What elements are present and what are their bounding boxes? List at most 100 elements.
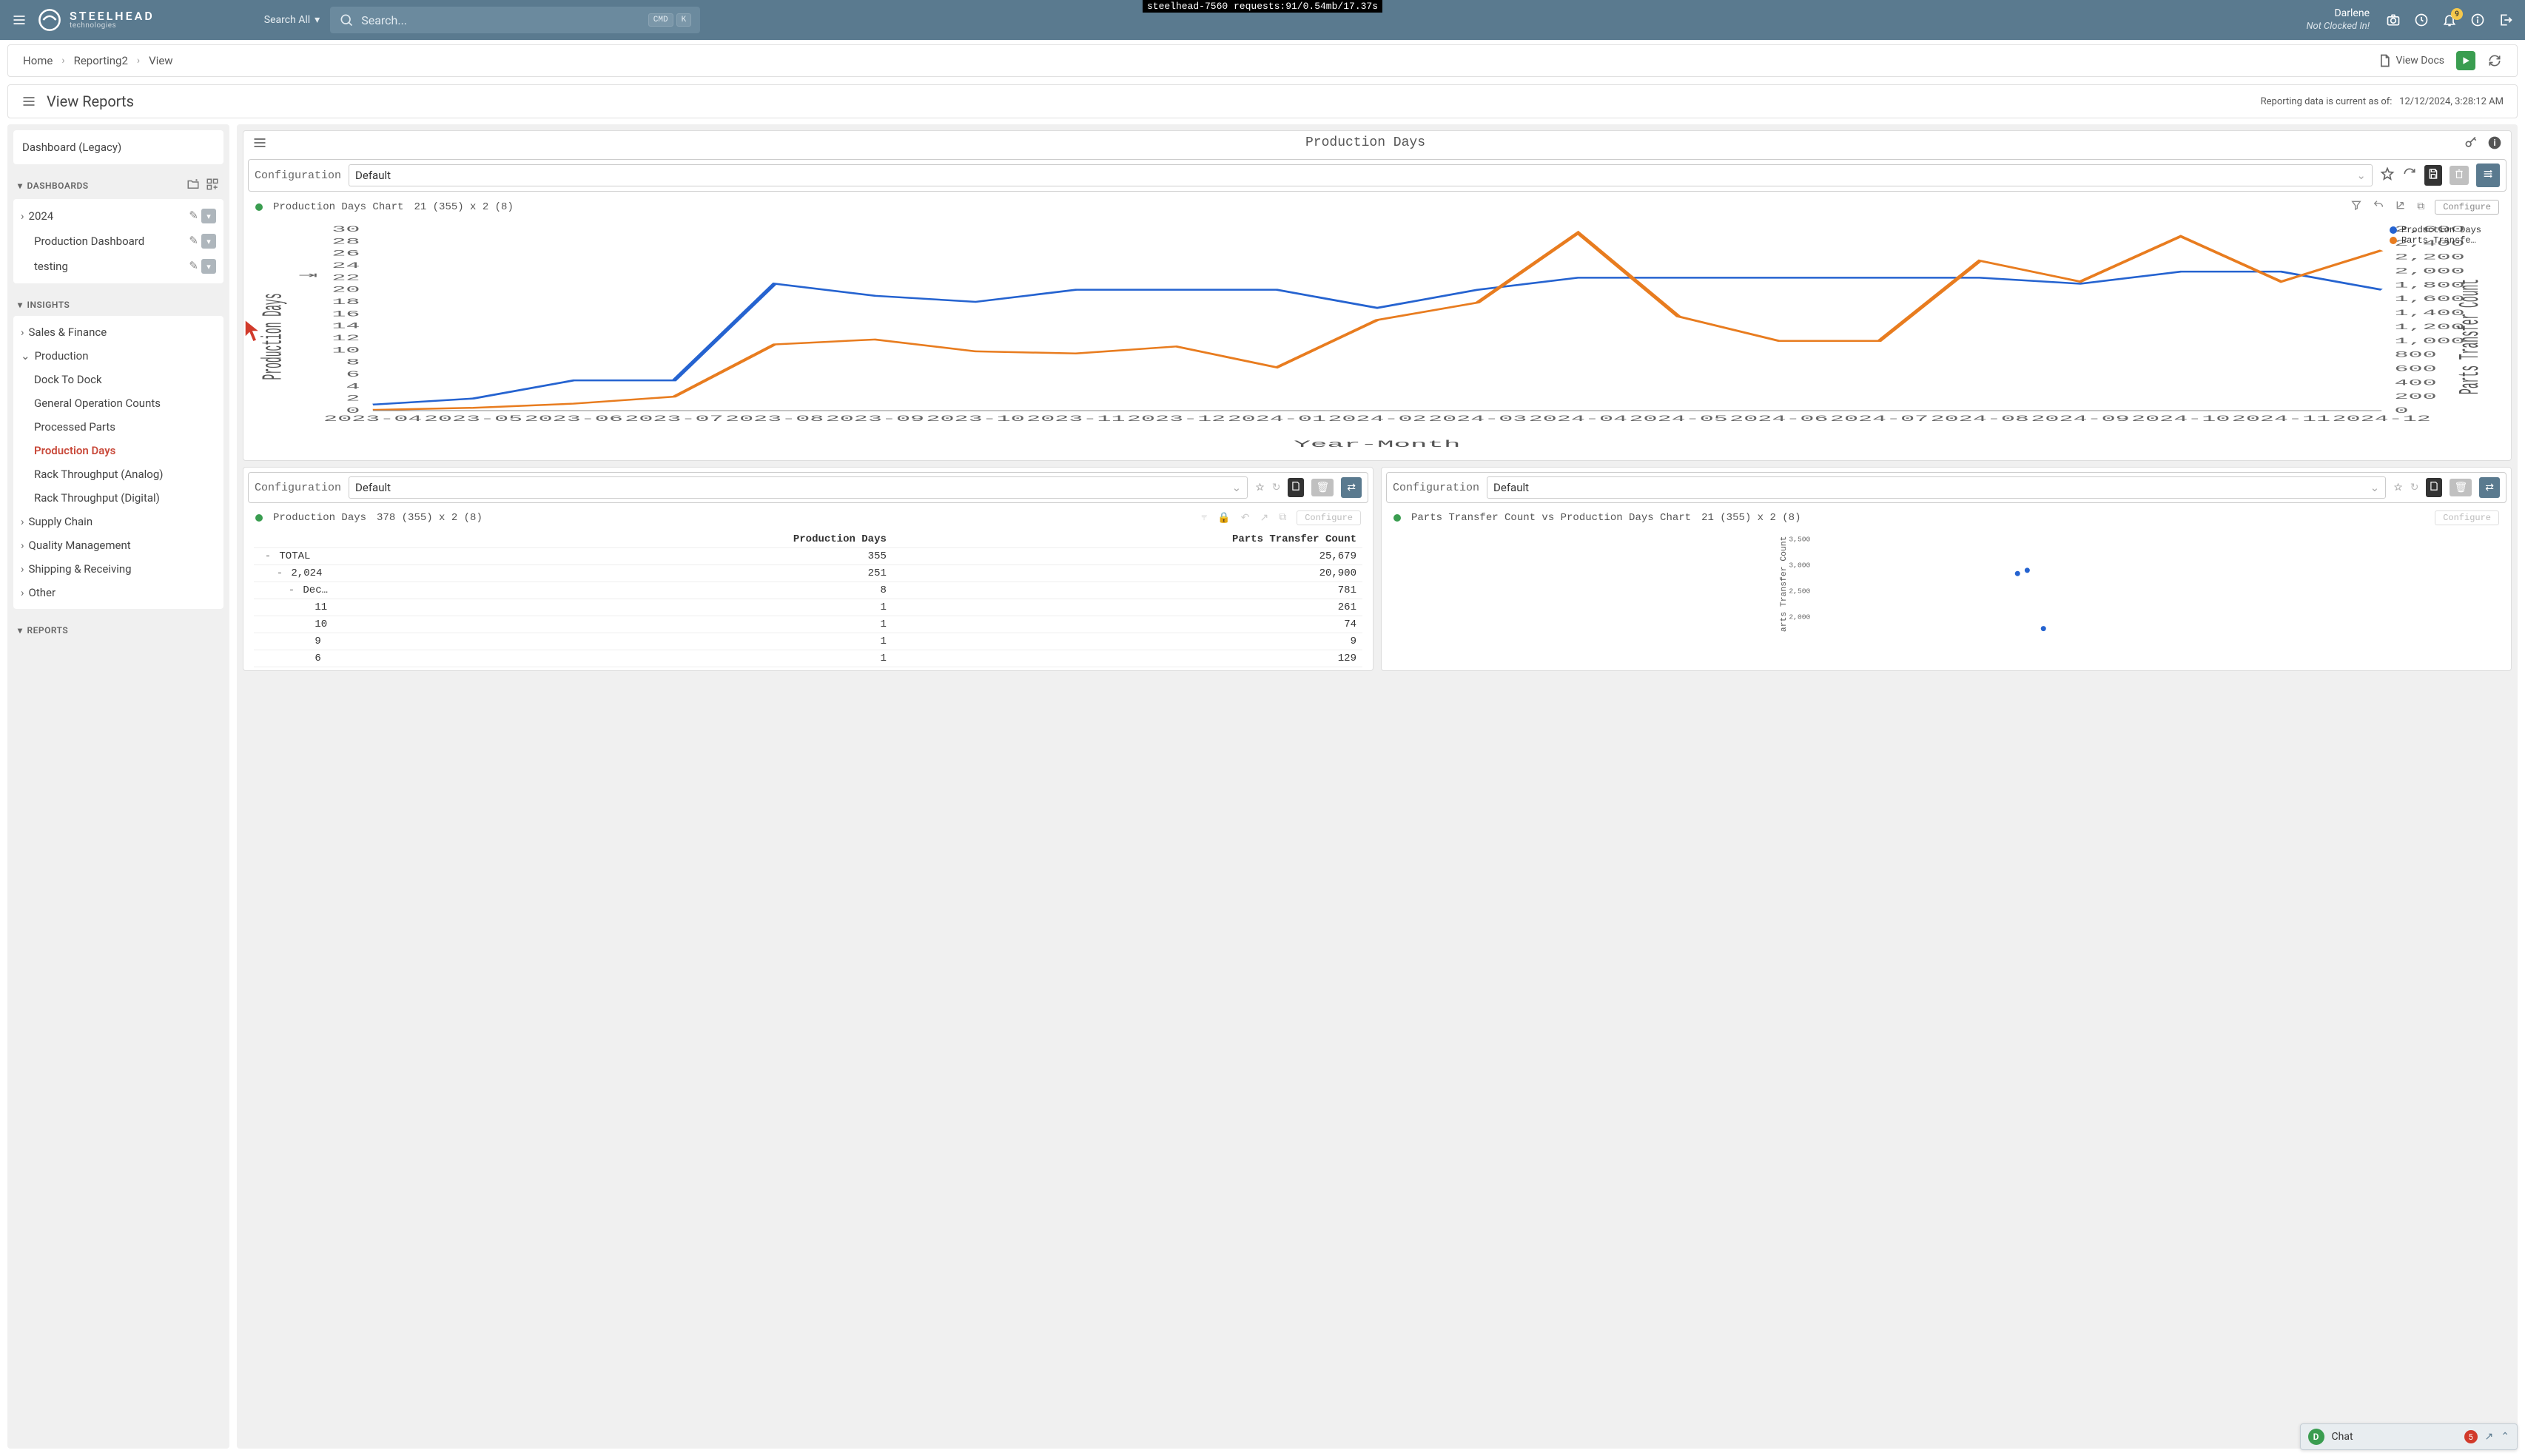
- popout-icon: ↗: [1260, 512, 1268, 525]
- dashboard-item[interactable]: Production Dashboard✎▾: [13, 229, 223, 254]
- refresh-icon[interactable]: ↻: [1272, 482, 1281, 493]
- config-select[interactable]: Default⌄: [1487, 476, 2386, 499]
- filter-toggle-icon[interactable]: ⇄: [2479, 477, 2500, 498]
- edit-icon[interactable]: ✎: [189, 234, 198, 249]
- user-info[interactable]: Darlene Not Clocked In!: [2307, 7, 2370, 33]
- svg-text:2023-07: 2023-07: [625, 414, 723, 423]
- breadcrumb-bar: Home › Reporting2 › View View Docs: [7, 44, 2518, 77]
- edit-icon[interactable]: ✎: [189, 209, 198, 223]
- brand-logo[interactable]: STEELHEAD technologies: [37, 7, 155, 33]
- clock-icon[interactable]: [2414, 13, 2429, 27]
- hamburger-icon[interactable]: [12, 13, 27, 27]
- breadcrumb-home[interactable]: Home: [23, 54, 53, 67]
- breadcrumb-reporting[interactable]: Reporting2: [74, 54, 128, 67]
- breadcrumb-view[interactable]: View: [149, 54, 172, 67]
- insight-item[interactable]: Production Days: [13, 439, 223, 462]
- dropdown-icon[interactable]: ▾: [201, 209, 216, 223]
- info-circle-icon[interactable]: i: [2487, 135, 2502, 150]
- svg-text:1,400: 1,400: [2395, 309, 2465, 317]
- chat-widget[interactable]: D Chat 5 ↗ ⌃: [2300, 1423, 2518, 1450]
- dashboards-section-header[interactable]: ▾ DASHBOARDS: [13, 172, 223, 199]
- configure-button[interactable]: Configure: [2435, 200, 2499, 215]
- insights-section-header[interactable]: ▾ INSIGHTS: [13, 294, 223, 316]
- svg-text:2023-09: 2023-09: [826, 414, 924, 423]
- reports-sidebar: Dashboard (Legacy) ▾ DASHBOARDS ›2024✎▾P…: [7, 124, 229, 1449]
- info-icon[interactable]: [2470, 13, 2485, 27]
- svg-text:20: 20: [332, 286, 360, 294]
- table-row[interactable]: - Dec…8781: [254, 582, 1362, 599]
- dashboard-item[interactable]: ›2024✎▾: [13, 203, 223, 229]
- dropdown-icon[interactable]: ▾: [201, 234, 216, 249]
- dashboard-item[interactable]: testing✎▾: [13, 254, 223, 279]
- table-row[interactable]: 919: [254, 633, 1362, 650]
- chart-legend: Production Days Parts Transfe…: [2390, 225, 2481, 246]
- search-icon: [339, 13, 354, 27]
- dropdown-icon[interactable]: ▾: [201, 259, 216, 274]
- save-icon[interactable]: [2426, 478, 2442, 497]
- delete-icon[interactable]: 🗑: [1311, 479, 1334, 496]
- view-docs-link[interactable]: View Docs: [2377, 53, 2444, 68]
- star-icon[interactable]: [2380, 166, 2395, 184]
- insight-group[interactable]: ›Quality Management: [13, 533, 223, 557]
- add-folder-icon[interactable]: [186, 178, 200, 193]
- insight-item[interactable]: Dock To Dock: [13, 368, 223, 391]
- panel-menu-icon[interactable]: [252, 135, 267, 150]
- sidebar-toggle-icon[interactable]: [21, 94, 36, 109]
- table-row[interactable]: 111261: [254, 599, 1362, 616]
- svg-text:1,200: 1,200: [2395, 323, 2465, 331]
- chevron-down-icon: ⌄: [2356, 169, 2366, 182]
- chevron-up-icon[interactable]: ⌃: [2501, 1431, 2509, 1443]
- config-select[interactable]: Default⌄: [349, 476, 1248, 499]
- reports-section-header[interactable]: ▾ REPORTS: [13, 619, 223, 641]
- camera-icon[interactable]: [2386, 13, 2401, 27]
- insight-group[interactable]: ›Other: [13, 581, 223, 604]
- insight-item[interactable]: General Operation Counts: [13, 391, 223, 415]
- configure-button[interactable]: Configure: [2435, 510, 2499, 525]
- insight-item[interactable]: Rack Throughput (Digital): [13, 486, 223, 510]
- table-row[interactable]: - 2,02425120,900: [254, 565, 1362, 582]
- edit-icon[interactable]: ✎: [189, 259, 198, 274]
- svg-text:18: 18: [332, 297, 360, 306]
- config-select[interactable]: Default ⌄: [349, 164, 2373, 186]
- insight-group[interactable]: ›Sales & Finance: [13, 320, 223, 344]
- filter-icon[interactable]: [2350, 199, 2362, 215]
- svg-text:2024-01: 2024-01: [1228, 414, 1326, 423]
- table-row[interactable]: 10174: [254, 616, 1362, 633]
- add-widget-icon[interactable]: [206, 178, 219, 193]
- refresh-icon[interactable]: [2402, 166, 2417, 184]
- svg-text:Year-Month: Year-Month: [1294, 439, 1460, 450]
- insight-item[interactable]: Rack Throughput (Analog): [13, 462, 223, 486]
- insight-group[interactable]: ⌄Production: [13, 344, 223, 368]
- delete-icon[interactable]: [2450, 166, 2469, 185]
- star-icon[interactable]: ☆: [2393, 482, 2403, 493]
- global-search-input[interactable]: Search... CMD K: [330, 7, 700, 33]
- chevron-right-icon: ›: [21, 209, 24, 223]
- table-row[interactable]: 61129: [254, 650, 1362, 667]
- filter-toggle-icon[interactable]: ⇄: [1341, 477, 1362, 498]
- popout-icon[interactable]: [2395, 199, 2407, 215]
- insight-group[interactable]: ›Supply Chain: [13, 510, 223, 533]
- dashboard-legacy-link[interactable]: Dashboard (Legacy): [13, 130, 223, 164]
- star-icon[interactable]: ☆: [1255, 482, 1265, 493]
- refresh-icon[interactable]: [2487, 53, 2502, 68]
- dashboards-tree: ›2024✎▾Production Dashboard✎▾testing✎▾: [13, 199, 223, 283]
- filter-toggle-icon[interactable]: [2476, 164, 2500, 187]
- svg-text:Parts Transfer Count: Parts Transfer Count: [2456, 279, 2487, 394]
- save-icon[interactable]: [2424, 165, 2442, 186]
- insight-item[interactable]: Processed Parts: [13, 415, 223, 439]
- refresh-icon[interactable]: ↻: [2410, 482, 2419, 493]
- popout-icon[interactable]: ↗: [2485, 1431, 2494, 1443]
- configure-button[interactable]: Configure: [1297, 510, 1361, 525]
- play-button[interactable]: [2456, 51, 2475, 70]
- logout-icon[interactable]: [2498, 13, 2513, 27]
- table-row[interactable]: - TOTAL35525,679: [254, 548, 1362, 565]
- notifications-bell-icon[interactable]: 9: [2442, 13, 2457, 27]
- undo-icon[interactable]: [2373, 199, 2384, 215]
- copy-icon[interactable]: ⧉: [2417, 201, 2424, 213]
- insight-group[interactable]: ›Shipping & Receiving: [13, 557, 223, 581]
- save-icon[interactable]: [1288, 478, 1304, 497]
- search-scope-dropdown[interactable]: Search All ▾: [264, 14, 320, 26]
- delete-icon[interactable]: 🗑: [2450, 479, 2472, 496]
- key-icon[interactable]: [2464, 135, 2478, 150]
- keyboard-shortcut-hint: CMD K: [648, 13, 691, 27]
